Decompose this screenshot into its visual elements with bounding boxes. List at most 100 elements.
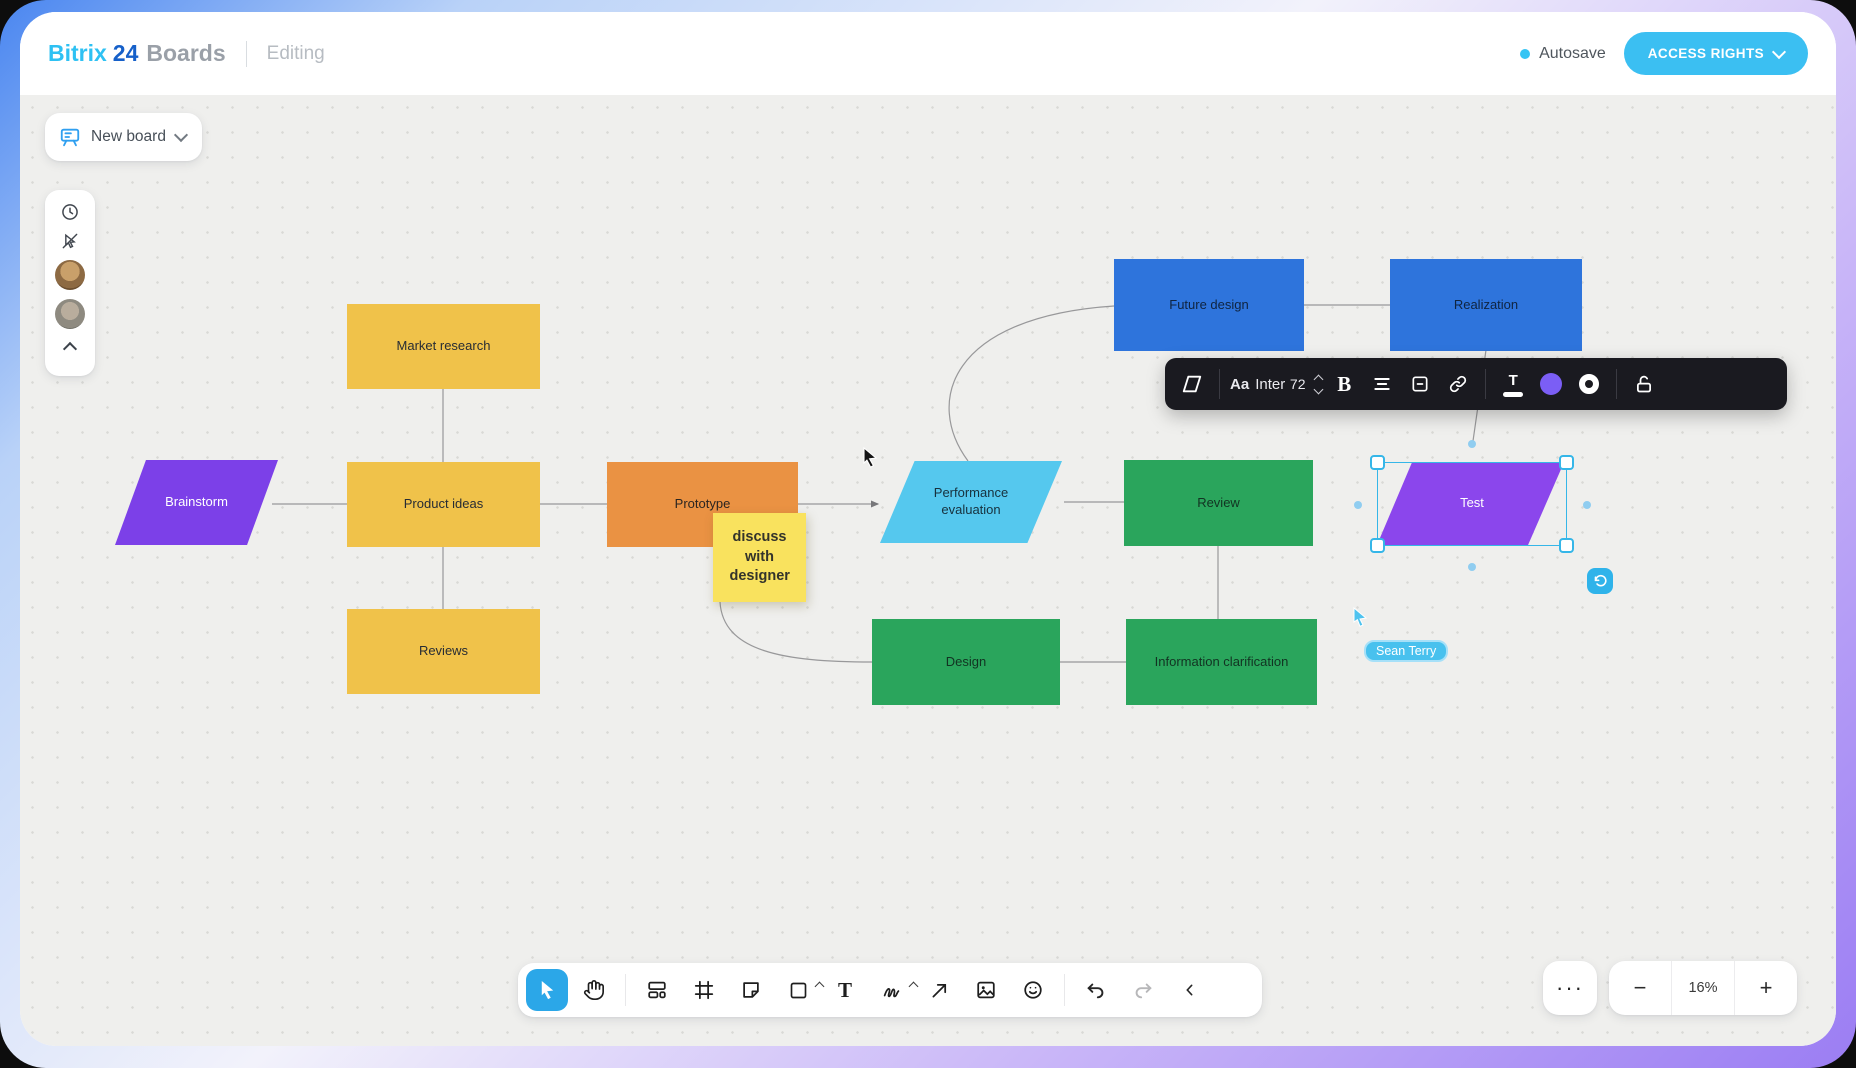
node-product-ideas[interactable]: Product ideas <box>347 462 540 547</box>
collaborator-avatar[interactable] <box>55 299 85 329</box>
format-toolbar: Aa Inter 72 B <box>1165 358 1787 410</box>
node-information-clarification[interactable]: Information clarification <box>1126 619 1317 705</box>
connector-dot-bottom[interactable] <box>1468 563 1476 571</box>
text-color-icon: T <box>1503 372 1523 397</box>
sticky-note-tool[interactable] <box>730 969 772 1011</box>
reset-rotation-button[interactable] <box>1587 568 1613 594</box>
frame-icon <box>693 979 715 1001</box>
chevron-down-icon <box>174 128 188 142</box>
collaboration-panel <box>45 190 95 376</box>
text-tool[interactable]: T <box>824 969 866 1011</box>
hide-cursors-icon[interactable] <box>60 231 80 251</box>
frame-tool[interactable] <box>683 969 725 1011</box>
arrow-tool[interactable] <box>918 969 960 1011</box>
node-label: Future design <box>1159 297 1259 314</box>
hand-icon <box>583 979 605 1001</box>
stepper-chevrons[interactable] <box>1315 376 1322 393</box>
select-cursor-icon <box>538 980 557 1001</box>
node-reviews[interactable]: Reviews <box>347 609 540 694</box>
board-canvas[interactable]: Brainstorm Market research Product ideas… <box>20 95 1836 1046</box>
select-tool[interactable] <box>526 969 568 1011</box>
mouse-cursor-icon <box>861 447 879 469</box>
node-label: Reviews <box>409 643 478 660</box>
mode-label: Editing <box>267 43 325 65</box>
app-window: Bitrix24 Boards Editing Autosave ACCESS … <box>20 12 1836 1046</box>
node-label: Brainstorm <box>155 494 238 511</box>
undo-button[interactable] <box>1075 969 1117 1011</box>
header: Bitrix24 Boards Editing Autosave ACCESS … <box>20 12 1836 95</box>
fill-color-button[interactable] <box>1534 366 1568 402</box>
zoom-in-button[interactable]: + <box>1734 961 1797 1015</box>
selection-handle-sw[interactable] <box>1370 538 1385 553</box>
node-test[interactable]: Test <box>1377 462 1567 545</box>
draw-tool[interactable] <box>871 969 913 1011</box>
node-future-design[interactable]: Future design <box>1114 259 1304 351</box>
lock-open-icon <box>1633 374 1655 395</box>
layout-tool[interactable] <box>636 969 678 1011</box>
minus-icon: − <box>1634 975 1647 1001</box>
connector-dot-right[interactable] <box>1583 501 1591 509</box>
undo-icon <box>1085 979 1107 1001</box>
board-icon <box>59 126 81 148</box>
collaborator-avatar[interactable] <box>55 260 85 290</box>
brand-bitrix: Bitrix <box>48 40 107 67</box>
node-label: Realization <box>1444 297 1528 314</box>
text-position-button[interactable] <box>1403 366 1437 402</box>
text-tool-icon: T <box>838 978 852 1003</box>
font-family-button[interactable]: Aa Inter <box>1230 366 1285 402</box>
node-label: Performance evaluation <box>916 485 1026 519</box>
selection-handle-se[interactable] <box>1559 538 1574 553</box>
align-center-icon <box>1371 374 1393 394</box>
redo-button[interactable] <box>1122 969 1164 1011</box>
zoom-controls: − 16% + <box>1609 961 1797 1015</box>
history-icon[interactable] <box>60 202 80 222</box>
selection-handle-ne[interactable] <box>1559 455 1574 470</box>
toolbar-divider <box>1616 369 1617 399</box>
plus-icon: + <box>1760 975 1773 1001</box>
node-realization[interactable]: Realization <box>1390 259 1582 351</box>
node-sticky-note[interactable]: discuss with designer <box>713 513 806 602</box>
autosave-status: Autosave <box>1520 45 1606 63</box>
parallelogram-icon <box>1180 373 1204 395</box>
align-button[interactable] <box>1365 366 1399 402</box>
board-menu-button[interactable]: New board <box>45 113 202 161</box>
more-options-button[interactable]: ··· <box>1543 961 1597 1015</box>
zoom-out-button[interactable]: − <box>1609 961 1671 1015</box>
collapse-panel-chevron-up-icon[interactable] <box>63 342 77 356</box>
stroke-color-swatch <box>1579 374 1599 394</box>
shape-tool[interactable] <box>777 969 819 1011</box>
access-rights-button[interactable]: ACCESS RIGHTS <box>1624 32 1808 75</box>
image-tool[interactable] <box>965 969 1007 1011</box>
bold-glyph: B <box>1337 372 1351 397</box>
hand-tool[interactable] <box>573 969 615 1011</box>
brand-24: 24 <box>113 40 139 67</box>
toolbar-divider <box>1064 974 1065 1006</box>
shape-style-button[interactable] <box>1175 366 1209 402</box>
link-button[interactable] <box>1441 366 1475 402</box>
zoom-level-value: 16% <box>1671 961 1734 1015</box>
collapse-toolbar-button[interactable] <box>1169 969 1211 1011</box>
bold-button[interactable]: B <box>1327 366 1361 402</box>
connector-dot-left[interactable] <box>1354 501 1362 509</box>
node-design[interactable]: Design <box>872 619 1060 705</box>
connector-dot-top[interactable] <box>1468 440 1476 448</box>
selection-handle-nw[interactable] <box>1370 455 1385 470</box>
node-label: Product ideas <box>394 496 494 513</box>
node-brainstorm[interactable]: Brainstorm <box>115 460 278 545</box>
font-size-stepper[interactable]: 72 <box>1289 366 1323 402</box>
lock-button[interactable] <box>1627 366 1661 402</box>
emoji-tool[interactable] <box>1012 969 1054 1011</box>
toolbar-divider <box>1219 369 1220 399</box>
stroke-color-button[interactable] <box>1572 366 1606 402</box>
app-gradient-frame: Bitrix24 Boards Editing Autosave ACCESS … <box>0 0 1856 1068</box>
toolbar-divider <box>1485 369 1486 399</box>
text-color-button[interactable]: T <box>1496 366 1530 402</box>
collaborator-cursor: Sean Terry <box>1352 607 1448 662</box>
font-size-value: 72 <box>1290 376 1306 392</box>
zoom-percent-label: 16% <box>1688 980 1717 996</box>
node-market-research[interactable]: Market research <box>347 304 540 389</box>
chevron-up-icon <box>815 982 825 992</box>
chevron-up-icon <box>909 982 919 992</box>
node-review[interactable]: Review <box>1124 460 1313 546</box>
node-performance-evaluation[interactable]: Performance evaluation <box>880 461 1062 543</box>
